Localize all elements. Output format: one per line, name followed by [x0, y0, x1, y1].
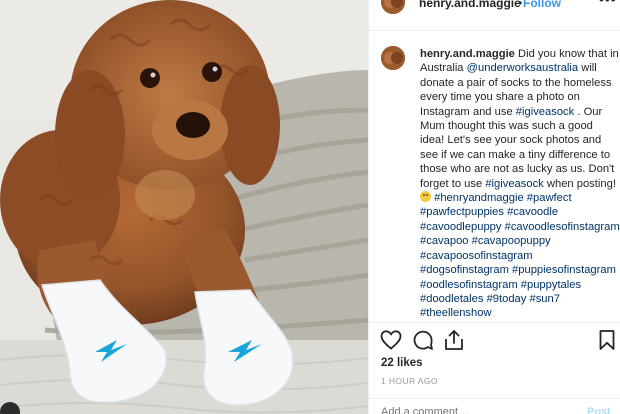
separator-dot: • [518, 0, 523, 10]
hashtag-list: #henryandmaggie #pawfect #pawfectpuppies… [420, 192, 620, 318]
hashtag-link[interactable]: #doodletales [420, 293, 483, 305]
hashtag-link[interactable]: #pawfect [527, 192, 572, 204]
share-icon[interactable] [442, 328, 466, 352]
heart-icon[interactable] [379, 328, 403, 352]
username-link[interactable]: henry.and.maggie [419, 0, 521, 10]
comment-input[interactable] [381, 406, 571, 414]
divider [369, 30, 620, 31]
bookmark-icon[interactable] [595, 328, 619, 352]
divider [369, 322, 620, 323]
hashtag-link[interactable]: #igiveasock [485, 178, 543, 190]
caption-text: henry.and.maggie Did you know that in Au… [420, 47, 620, 318]
post-photo[interactable] [0, 0, 368, 414]
avatar[interactable] [381, 0, 405, 14]
hashtag-link[interactable]: #puppytales [521, 279, 581, 291]
hashtag-link[interactable]: #cavapoo [420, 235, 469, 247]
caption-text-part: when posting! [543, 177, 616, 190]
smiling-face-emoji-icon [420, 191, 431, 203]
hashtag-link[interactable]: #9today [487, 293, 527, 305]
post-header: henry.and.maggie • Follow ••• [369, 0, 620, 14]
more-options-icon[interactable]: ••• [599, 0, 617, 7]
hashtag-link[interactable]: #cavoodlesofinstagram [505, 221, 620, 233]
caption-comment: henry.and.maggie Did you know that in Au… [369, 44, 620, 318]
hashtag-link[interactable]: #dogsofinstagram [420, 264, 509, 276]
hashtag-link[interactable]: #oodlesofinstagram [420, 279, 518, 291]
hashtag-link[interactable]: #igiveasock [516, 106, 574, 118]
caption-username[interactable]: henry.and.maggie [420, 48, 515, 60]
hashtag-link[interactable]: #cavapoosofinstagram [420, 250, 533, 262]
likes-count[interactable]: 22 likes [381, 357, 423, 369]
avatar-image [381, 0, 405, 14]
dog-in-socks-photo [0, 0, 368, 414]
post-sidebar: henry.and.maggie • Follow ••• henry.and.… [368, 0, 620, 414]
post-timestamp[interactable]: 1 HOUR AGO [381, 376, 438, 386]
action-bar [369, 328, 620, 354]
avatar[interactable] [381, 46, 405, 70]
comment-icon[interactable] [411, 328, 435, 352]
hashtag-link[interactable]: #sun7 [529, 293, 559, 305]
hashtag-link[interactable]: #henryandmaggie [434, 192, 524, 204]
mention-link[interactable]: @underworksaustralia [467, 62, 578, 74]
divider [369, 398, 620, 399]
hashtag-link[interactable]: #cavoodle [507, 206, 558, 218]
avatar-image [381, 46, 405, 70]
hashtag-link[interactable]: #pawfectpuppies [420, 206, 504, 218]
hashtag-link[interactable]: #cavapoopuppy [472, 235, 551, 247]
hashtag-link[interactable]: #cavoodlepuppy [420, 221, 502, 233]
follow-button[interactable]: Follow [523, 0, 561, 10]
post-comment-button[interactable]: Post [587, 406, 611, 414]
hashtag-link[interactable]: #puppiesofinstagram [512, 264, 616, 276]
hashtag-link[interactable]: #theellenshow [420, 307, 492, 318]
